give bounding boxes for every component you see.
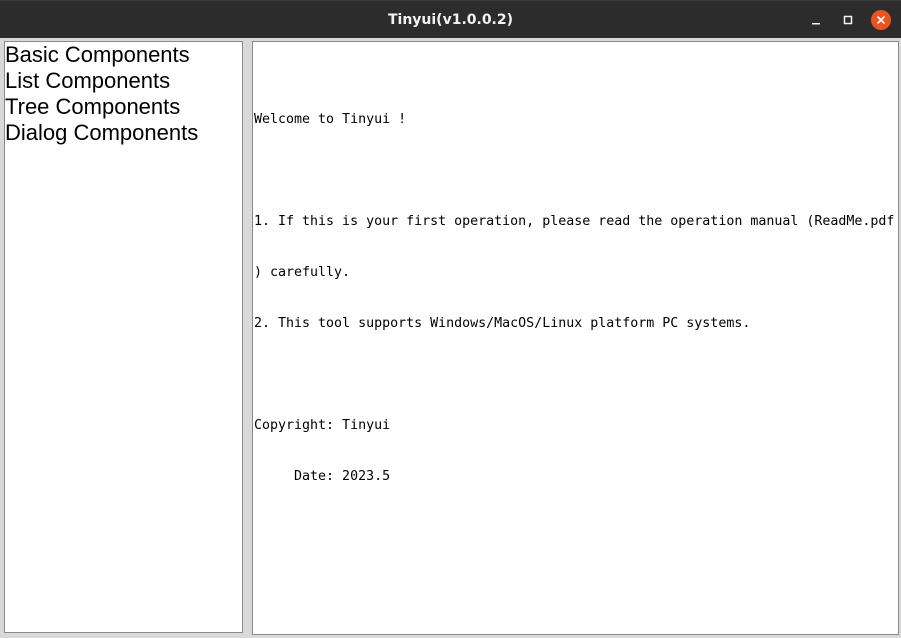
- list-item-dialog-components[interactable]: Dialog Components: [5, 120, 242, 146]
- title-bar[interactable]: Tinyui(v1.0.0.2): [0, 0, 901, 38]
- app-window: Tinyui(v1.0.0.2) Basic Components List C…: [0, 0, 901, 638]
- welcome-text: Welcome to Tinyui ! ​ 1. If this is your…: [254, 77, 894, 519]
- list-item-basic-components[interactable]: Basic Components: [5, 42, 242, 68]
- text-line: ​: [254, 162, 894, 179]
- list-item-list-components[interactable]: List Components: [5, 68, 242, 94]
- text-line: 2. This tool supports Windows/MacOS/Linu…: [254, 316, 751, 331]
- text-line: Welcome to Tinyui !: [254, 112, 407, 127]
- minimize-button[interactable]: [806, 10, 826, 30]
- window-title: Tinyui(v1.0.0.2): [387, 12, 514, 28]
- text-line: 1. If this is your first operation, plea…: [254, 214, 895, 229]
- close-icon: [876, 15, 886, 25]
- text-line: Date: 2023.5: [254, 469, 391, 484]
- maximize-icon: [843, 15, 853, 25]
- close-button[interactable]: [871, 10, 891, 30]
- component-list-panel: Basic Components List Components Tree Co…: [4, 41, 243, 633]
- text-line: Copyright: Tinyui: [254, 418, 391, 433]
- panel-splitter[interactable]: [244, 41, 251, 633]
- list-item-tree-components[interactable]: Tree Components: [5, 94, 242, 120]
- text-line: ) carefully.: [254, 265, 351, 280]
- minimize-icon: [811, 15, 821, 25]
- maximize-button[interactable]: [838, 10, 858, 30]
- content-text-area[interactable]: Welcome to Tinyui ! ​ 1. If this is your…: [252, 41, 899, 635]
- component-list: Basic Components List Components Tree Co…: [5, 42, 242, 146]
- text-line: ​: [254, 366, 894, 383]
